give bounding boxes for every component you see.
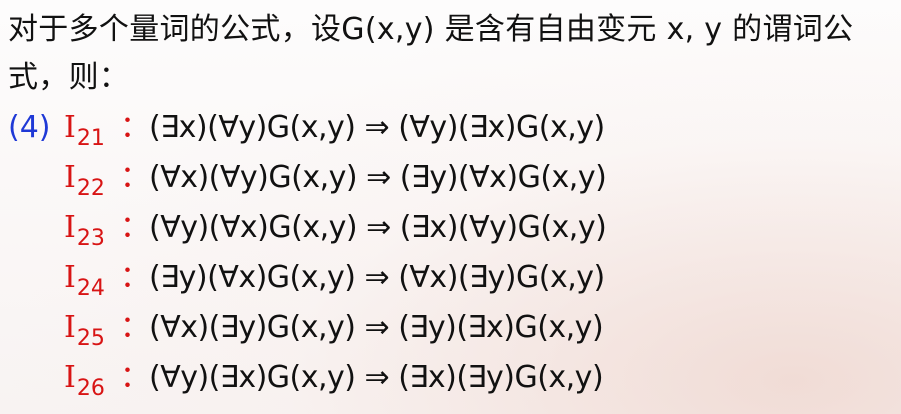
formula-row-i25: I25 ： (∀x)(∃y)G(x,y) ⇒ (∃y)(∃x)G(x,y) [8,304,888,354]
formula-expression: (∃y)(∀x)G(x,y) ⇒ (∀x)(∃y)G(x,y) [149,260,605,295]
label-subscript: 22 [76,176,105,201]
formula-row-i24: I24 ： (∃y)(∀x)G(x,y) ⇒ (∀x)(∃y)G(x,y) [8,254,888,304]
formula-label-i26: I26 [64,354,105,405]
label-subscript: 23 [76,226,105,251]
formula-expression: (∀y)(∀x)G(x,y) ⇒ (∃x)(∀y)G(x,y) [149,210,607,245]
label-colon: ： [120,360,150,395]
item-number: (4) [8,110,51,145]
label-colon: ： [120,210,150,245]
label-colon: ： [120,260,150,295]
label-letter: I [64,360,76,395]
formula-label-i25: I25 [64,304,105,355]
formula-label-i22: I22 [64,154,105,205]
formula-row-i22: I22 ： (∀x)(∀y)G(x,y) ⇒ (∃y)(∀x)G(x,y) [8,154,888,204]
label-subscript: 21 [76,126,105,151]
label-letter: I [64,110,76,145]
formula-expression: (∃x)(∀y)G(x,y) ⇒ (∀y)(∃x)G(x,y) [149,110,605,145]
label-letter: I [64,310,76,345]
formula-row-i23: I23 ： (∀y)(∀x)G(x,y) ⇒ (∃x)(∀y)G(x,y) [8,204,888,254]
formula-row-i21: (4) I21 ： (∃x)(∀y)G(x,y) ⇒ (∀y)(∃x)G(x,y… [8,104,888,154]
label-subscript: 24 [76,276,105,301]
formula-list: (4) I21 ： (∃x)(∀y)G(x,y) ⇒ (∀y)(∃x)G(x,y… [8,104,888,404]
label-letter: I [64,260,76,295]
intro-text: 对于多个量词的公式，设G(x,y) 是含有自由变元 x, y 的谓词公式，则： [8,12,854,95]
formula-expression: (∀x)(∀y)G(x,y) ⇒ (∃y)(∀x)G(x,y) [149,160,607,195]
label-colon: ： [120,310,150,345]
formula-expression: (∀y)(∃x)G(x,y) ⇒ (∃x)(∃y)G(x,y) [149,360,604,395]
label-subscript: 26 [76,376,105,401]
formula-label-i24: I24 [64,254,105,305]
label-letter: I [64,160,76,195]
formula-row-i26: I26 ： (∀y)(∃x)G(x,y) ⇒ (∃x)(∃y)G(x,y) [8,354,888,404]
label-letter: I [64,210,76,245]
formula-label-i23: I23 [64,204,105,255]
formula-label-i21: I21 [64,104,105,155]
label-subscript: 25 [76,326,105,351]
label-colon: ： [120,110,150,145]
label-colon: ： [120,160,150,195]
formula-expression: (∀x)(∃y)G(x,y) ⇒ (∃y)(∃x)G(x,y) [149,310,604,345]
